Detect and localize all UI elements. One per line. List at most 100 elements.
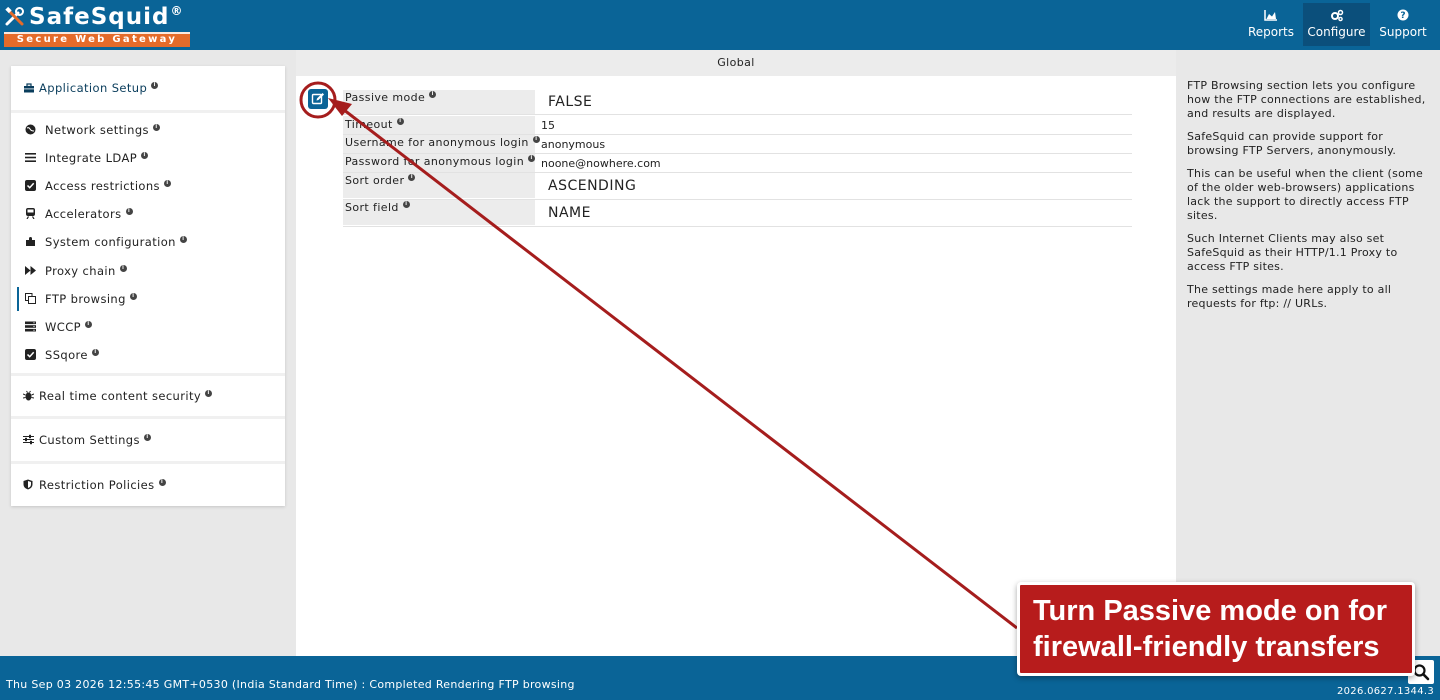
area-chart-icon: [1243, 9, 1299, 23]
sidebar-item-accelerators[interactable]: Accelerators i: [11, 200, 285, 228]
sidebar-group-label: Restriction Policies: [39, 478, 155, 492]
sidebar-group-custom-settings[interactable]: Custom Settings i: [11, 419, 285, 461]
info-icon[interactable]: i: [84, 321, 92, 328]
puzzle-icon: [25, 236, 37, 248]
divider: [11, 110, 285, 113]
sidebar-item-network-settings[interactable]: Network settings i: [11, 116, 285, 144]
sliders-icon: [23, 434, 35, 446]
sidebar-item-label: Network settings: [45, 123, 149, 137]
sidebar-group-restriction-policies[interactable]: Restriction Policies i: [11, 464, 285, 506]
gears-icon: [1303, 9, 1370, 23]
callout-line: firewall-friendly transfers: [1033, 631, 1380, 663]
help-paragraph: SafeSquid can provide support for browsi…: [1187, 130, 1397, 157]
field-label: Password for anonymous login: [345, 155, 525, 168]
sidebar-item-label: System configuration: [45, 235, 176, 249]
info-icon[interactable]: i: [91, 349, 99, 356]
field-value: NAME: [548, 205, 591, 221]
help-paragraph: Such Internet Clients may also set SafeS…: [1187, 232, 1398, 273]
train-icon: [25, 208, 37, 220]
sidebar-item-ftp-browsing[interactable]: FTP browsing i: [11, 285, 285, 313]
sidebar-item-integrate-ldap[interactable]: Integrate LDAP i: [11, 144, 285, 172]
sidebar-item-label: Integrate LDAP: [45, 151, 138, 165]
sidebar-item-ssqore[interactable]: SSqore i: [11, 341, 285, 369]
brand-tagline: Secure Web Gateway: [4, 32, 190, 47]
fast-forward-icon: [25, 265, 37, 277]
sidebar-group-label: Real time content security: [39, 389, 202, 403]
field-label: Username for anonymous login: [345, 136, 529, 149]
field-row-timeout[interactable]: Timeout i 15: [343, 116, 1132, 135]
briefcase-icon: [23, 82, 35, 94]
help-paragraph: The settings made here apply to all requ…: [1187, 283, 1392, 310]
question-circle-icon: ?: [1374, 9, 1432, 23]
sidebar-item-system-configuration[interactable]: System configuration i: [11, 228, 285, 256]
sidebar-item-label: SSqore: [45, 348, 88, 362]
info-icon[interactable]: i: [396, 118, 404, 125]
edit-icon: [308, 93, 328, 113]
nav-reports-label: Reports: [1247, 25, 1295, 39]
field-label: Sort field: [345, 201, 399, 214]
help-panel: FTP Browsing section lets you configure …: [1176, 76, 1440, 656]
sidebar-item-label: WCCP: [45, 320, 81, 334]
check-square-icon: [25, 349, 37, 361]
info-icon[interactable]: i: [151, 82, 159, 89]
info-icon[interactable]: i: [141, 152, 149, 159]
nav-reports[interactable]: Reports: [1243, 3, 1299, 46]
globe-icon: [25, 124, 37, 136]
info-icon[interactable]: i: [129, 293, 137, 300]
tools-icon: [4, 6, 26, 28]
sidebar-item-access-restrictions[interactable]: Access restrictions i: [11, 172, 285, 200]
field-label: Timeout: [345, 118, 393, 131]
info-icon[interactable]: i: [528, 155, 536, 162]
sidebar-group-application-setup[interactable]: Application Setup i: [11, 66, 285, 110]
sidebar-item-label: Access restrictions: [45, 179, 160, 193]
sidebar-item-label: Proxy chain: [45, 264, 116, 278]
field-label: Sort order: [345, 174, 405, 187]
info-icon[interactable]: i: [152, 124, 160, 131]
field-value: anonymous: [541, 138, 606, 151]
top-bar: SafeSquid ® Secure Web Gateway Reports Co…: [0, 0, 1440, 50]
field-row-sort-order[interactable]: Sort order i ASCENDING: [343, 173, 1132, 200]
copy-icon: [25, 293, 37, 305]
nav-support[interactable]: ? Support: [1374, 3, 1432, 46]
edit-button[interactable]: [308, 89, 328, 109]
info-icon[interactable]: i: [158, 479, 166, 486]
info-icon[interactable]: i: [532, 136, 540, 143]
field-row-passive-mode[interactable]: Passive mode i FALSE: [343, 90, 1132, 115]
sidebar-item-proxy-chain[interactable]: Proxy chain i: [11, 257, 285, 285]
sidebar-group-label: Custom Settings: [39, 433, 140, 447]
field-row-password[interactable]: Password for anonymous login i noone@nowh…: [343, 154, 1132, 173]
sidebar: Application Setup i Network settings i Int…: [11, 66, 285, 506]
sidebar-group-real-time-content-security[interactable]: Real time content security i: [11, 376, 285, 416]
sidebar-item-wccp[interactable]: WCCP i: [11, 313, 285, 341]
field-value: noone@nowhere.com: [541, 157, 661, 170]
help-paragraph: FTP Browsing section lets you configure …: [1187, 79, 1426, 120]
field-label: Passive mode: [345, 91, 426, 104]
field-value: FALSE: [548, 94, 593, 110]
check-square-icon: [25, 180, 37, 192]
sidebar-group-label: Application Setup: [39, 81, 148, 95]
field-value: 15: [541, 119, 555, 132]
info-icon[interactable]: i: [408, 174, 416, 181]
info-icon[interactable]: i: [205, 390, 213, 397]
nav-configure-label: Configure: [1307, 25, 1366, 39]
nav-configure[interactable]: Configure: [1303, 3, 1370, 46]
svg-text:?: ?: [1400, 11, 1405, 21]
info-icon[interactable]: i: [125, 208, 133, 215]
server-icon: [25, 321, 37, 333]
info-icon[interactable]: i: [402, 201, 410, 208]
section-title: Global: [296, 50, 1176, 76]
info-icon[interactable]: i: [119, 265, 127, 272]
list-icon: [25, 152, 37, 164]
info-icon[interactable]: i: [429, 91, 437, 98]
shield-icon: [23, 479, 35, 491]
info-icon[interactable]: i: [143, 434, 151, 441]
status-text: Thu Sep 03 2026 12:55:45 GMT+0530 (India…: [6, 678, 575, 691]
safesquid-logo[interactable]: SafeSquid ® Secure Web Gateway: [4, 4, 190, 47]
registered-mark: ®: [170, 4, 184, 18]
field-row-username[interactable]: Username for anonymous login i anonymous: [343, 135, 1132, 154]
info-icon[interactable]: i: [179, 236, 187, 243]
field-row-sort-field[interactable]: Sort field i NAME: [343, 200, 1132, 227]
annotation-callout: Turn Passive mode on for firewall-friend…: [1017, 582, 1415, 676]
info-icon[interactable]: i: [163, 180, 171, 187]
bug-icon: [22, 390, 35, 402]
